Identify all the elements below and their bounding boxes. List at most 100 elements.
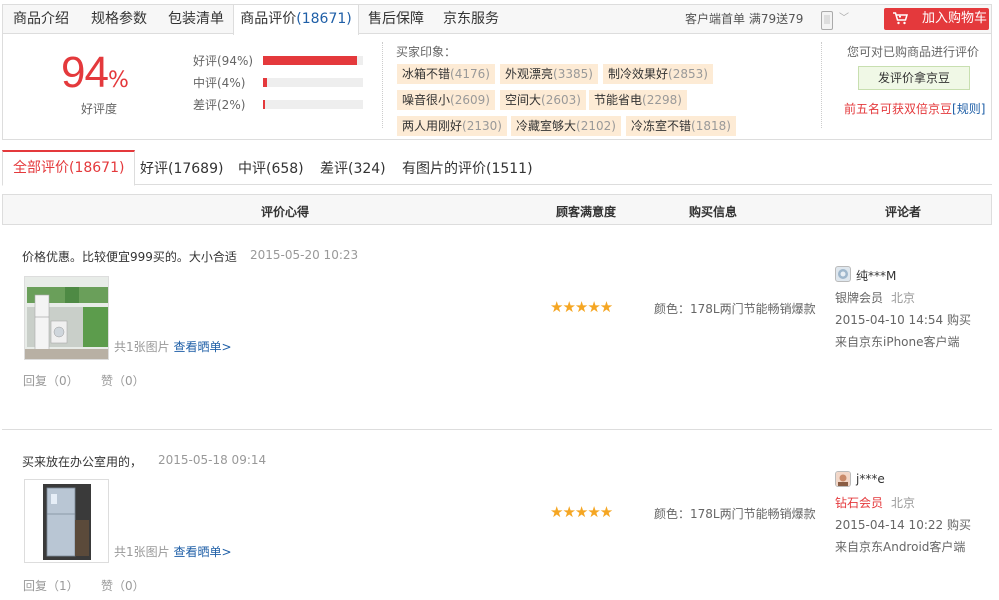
rating-bar-negative: 差评(2%) xyxy=(193,94,373,116)
review-photo-thumbnail[interactable] xyxy=(24,276,109,360)
filter-with-photos[interactable]: 有图片的评价(1511) xyxy=(402,158,533,178)
reply-button[interactable]: 回复（1） xyxy=(23,577,79,594)
add-to-cart-label: 加入购物车 xyxy=(922,11,988,26)
tag-name: 冷冻室不错 xyxy=(631,119,692,133)
tab-packing-list[interactable]: 包装清单 xyxy=(159,5,233,34)
tab-product-intro[interactable]: 商品介绍 xyxy=(3,5,79,34)
purchase-color: 颜色：178L两门节能畅销爆款 xyxy=(654,507,816,521)
tag-name: 制冷效果好 xyxy=(608,67,669,81)
reviewer-name[interactable]: j***e xyxy=(856,472,885,486)
avatar[interactable] xyxy=(835,471,851,487)
photo-count-text: 共1张图片 查看晒单> xyxy=(114,543,232,560)
rating-bar-fill xyxy=(263,56,357,65)
review-bonus-text: 前五名可获双倍京豆[规则] xyxy=(844,100,985,117)
member-level: 钻石会员 xyxy=(835,496,884,510)
tag-count: (2609) xyxy=(450,93,490,107)
tag-count: (2298) xyxy=(642,93,682,107)
rating-bar-label: 差评(2%) xyxy=(193,98,246,112)
impression-tag[interactable]: 冷冻室不错(1818) xyxy=(626,116,736,136)
rating-bar-positive: 好评(94%) xyxy=(193,50,373,72)
avatar[interactable] xyxy=(835,266,851,282)
reviewer-location: 北京 xyxy=(891,291,916,305)
write-review-button[interactable]: 发评价拿京豆 xyxy=(858,66,970,90)
tab-jd-service[interactable]: 京东服务 xyxy=(433,5,509,34)
impression-tag[interactable]: 冰箱不错(4176) xyxy=(397,64,495,84)
purchase-time: 2015-04-14 10:22 购买 xyxy=(835,518,971,532)
app-promo-text[interactable]: 客户端首单 满79送79 xyxy=(685,5,803,34)
tag-count: (2130) xyxy=(462,119,502,133)
photo-count: 共1张图片 xyxy=(114,340,170,354)
impression-tag[interactable]: 空间大(2603) xyxy=(500,90,586,110)
review-date: 2015-05-18 09:14 xyxy=(158,453,267,467)
impression-tag[interactable]: 外观漂亮(3385) xyxy=(500,64,598,84)
bonus-label: 前五名可获双倍京豆 xyxy=(844,102,953,116)
tag-name: 节能省电 xyxy=(594,93,643,107)
tag-count: (2853) xyxy=(668,67,708,81)
phone-icon[interactable] xyxy=(821,11,833,30)
cart-icon xyxy=(893,12,908,25)
impression-tag[interactable]: 噪音很小(2609) xyxy=(397,90,495,110)
review-source: 来自京东iPhone客户端 xyxy=(835,335,960,349)
divider xyxy=(382,42,383,128)
review-row: 买来放在办公室用的， 2015-05-18 09:14 共1张图片 查看晒单> … xyxy=(2,431,992,600)
chevron-down-icon[interactable]: ﹀ xyxy=(839,5,849,33)
view-photos-link[interactable]: 查看晒单> xyxy=(173,340,231,354)
rules-link[interactable]: 规则 xyxy=(957,102,981,116)
review-table-header: 评价心得 顾客满意度 购买信息 评论者 xyxy=(2,194,992,225)
impression-tag[interactable]: 制冷效果好(2853) xyxy=(603,64,713,84)
rating-bar-neutral: 中评(4%) xyxy=(193,72,373,94)
tab-reviews[interactable]: 商品评价(18671) xyxy=(233,5,359,35)
impression-tag[interactable]: 两人用刚好(2130) xyxy=(397,116,507,136)
view-photos-link[interactable]: 查看晒单> xyxy=(173,545,231,559)
positive-rate-percent-sign: % xyxy=(107,68,129,93)
header-satisfaction: 顾客满意度 xyxy=(556,205,617,219)
like-button[interactable]: 赞（0） xyxy=(101,577,145,594)
review-filter-tabs: 全部评价(18671) 好评(17689) 中评(658) 差评(324) 有图… xyxy=(2,150,992,186)
tab-label: 售后保障 xyxy=(368,11,424,27)
tab-label: 商品评价 xyxy=(240,11,297,27)
review-hint: 您可对已购商品进行评价 xyxy=(847,45,980,59)
header-reviewer: 评论者 xyxy=(885,205,922,219)
positive-rate-number: 94 xyxy=(61,48,109,97)
impression-tag[interactable]: 冷藏室够大(2102) xyxy=(511,116,621,136)
rating-bar-label: 中评(4%) xyxy=(193,76,246,90)
fridge-photo-image xyxy=(25,277,108,359)
reviewer-location: 北京 xyxy=(891,496,916,510)
member-level: 银牌会员 xyxy=(835,291,884,305)
photo-count-text: 共1张图片 查看晒单> xyxy=(114,338,232,355)
add-to-cart-button[interactable]: 加入购物车 xyxy=(884,8,989,30)
review-content: 价格优惠。比较便宜999买的。大小合适 xyxy=(22,250,237,264)
tag-name: 噪音很小 xyxy=(402,93,451,107)
review-photo-thumbnail[interactable] xyxy=(24,479,109,563)
tag-count: (3385) xyxy=(553,67,593,81)
rating-bar-track xyxy=(263,100,363,109)
tag-count: (4176) xyxy=(450,67,490,81)
impressions-title: 买家印象： xyxy=(396,45,457,59)
tab-label: 京东服务 xyxy=(443,11,499,27)
header-purchase: 购买信息 xyxy=(689,205,738,219)
avatar-icon xyxy=(838,269,848,279)
like-button[interactable]: 赞（0） xyxy=(101,372,145,389)
tag-name: 冰箱不错 xyxy=(402,67,451,81)
filter-all[interactable]: 全部评价(18671) xyxy=(2,150,136,186)
impression-tag[interactable]: 节能省电(2298) xyxy=(589,90,687,110)
filter-negative[interactable]: 差评(324) xyxy=(320,158,386,178)
review-row: 价格优惠。比较便宜999买的。大小合适 2015-05-20 10:23 共1张… xyxy=(2,226,992,430)
tag-count: (1818) xyxy=(691,119,731,133)
tag-count: (2102) xyxy=(576,119,616,133)
rating-bar-track xyxy=(263,78,363,87)
reviewer-name[interactable]: 纯***M xyxy=(856,267,896,284)
tab-label: 规格参数 xyxy=(91,11,147,27)
tag-name: 两人用刚好 xyxy=(402,119,463,133)
reply-button[interactable]: 回复（0） xyxy=(23,372,79,389)
rating-breakdown: 好评(94%) 中评(4%) 差评(2%) xyxy=(193,50,373,116)
tag-name: 外观漂亮 xyxy=(505,67,554,81)
tab-after-sales[interactable]: 售后保障 xyxy=(359,5,433,34)
review-date: 2015-05-20 10:23 xyxy=(250,248,359,262)
filter-neutral[interactable]: 中评(658) xyxy=(238,158,304,178)
rating-stars: ★★★★★ xyxy=(550,298,613,316)
tab-specs[interactable]: 规格参数 xyxy=(79,5,159,34)
filter-positive[interactable]: 好评(17689) xyxy=(140,158,223,178)
header-content: 评价心得 xyxy=(261,205,310,219)
tag-count: (2603) xyxy=(541,93,581,107)
